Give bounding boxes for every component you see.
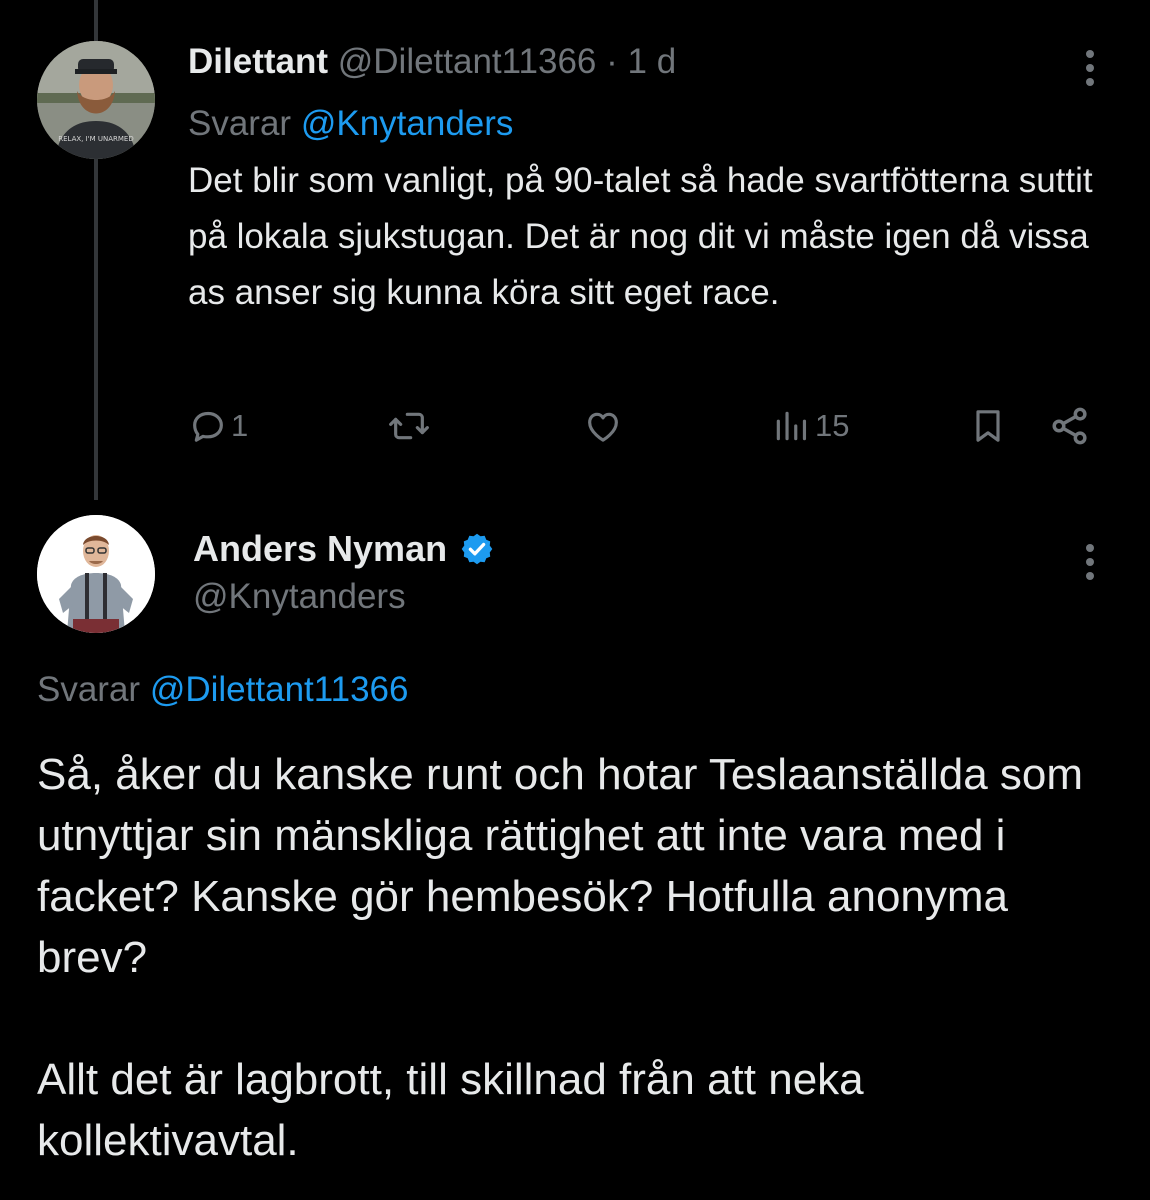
- reply-button[interactable]: 1: [188, 400, 248, 452]
- replying-to: Svarar @Dilettant11366: [37, 668, 408, 712]
- avatar-dilettant[interactable]: RELAX, I'M UNARMED: [37, 41, 155, 159]
- share-icon: [1052, 407, 1087, 445]
- separator-dot: ·: [606, 42, 618, 81]
- user-handle[interactable]: @Dilettant11366: [338, 42, 597, 81]
- views-icon: [776, 411, 807, 441]
- display-name[interactable]: Dilettant: [188, 42, 328, 81]
- user-handle[interactable]: @Knytanders: [193, 575, 495, 619]
- tweet-text: Så, åker du kanske runt och hotar Teslaa…: [37, 744, 1127, 1171]
- replying-to: Svarar @Knytanders: [188, 102, 1108, 146]
- avatar-anders-nyman[interactable]: [37, 515, 155, 633]
- tweet-text-paragraph: Allt det är lagbrott, till skillnad från…: [37, 1055, 864, 1165]
- replying-prefix: Svarar: [37, 670, 141, 709]
- retweet-button[interactable]: [386, 400, 432, 452]
- tweet-action-bar: 1 15: [188, 400, 1098, 452]
- timestamp[interactable]: 1 d: [628, 42, 677, 81]
- bookmark-icon: [976, 410, 1000, 442]
- replying-to-link[interactable]: @Dilettant11366: [150, 670, 409, 709]
- like-icon: [588, 412, 618, 442]
- tweet-header: Dilettant @Dilettant11366 · 1 d: [188, 40, 1108, 84]
- bookmark-button[interactable]: [968, 400, 1008, 452]
- more-icon[interactable]: [1084, 50, 1096, 90]
- avatar-dilettant-image: RELAX, I'M UNARMED: [37, 41, 155, 159]
- tweet-text: Det blir som vanligt, på 90-talet så had…: [188, 161, 1093, 312]
- verified-badge-icon[interactable]: [459, 531, 495, 567]
- avatar-anders-nyman-image: [37, 515, 155, 633]
- share-button[interactable]: [1048, 400, 1092, 452]
- avatar-shirt-text: RELAX, I'M UNARMED: [58, 135, 134, 143]
- views-count: 15: [815, 408, 850, 443]
- more-icon[interactable]: [1084, 544, 1096, 584]
- tweet-anders-header: Anders Nyman @Knytanders: [193, 527, 495, 619]
- like-button[interactable]: [582, 400, 624, 452]
- tweet-text-paragraph: Så, åker du kanske runt och hotar Teslaa…: [37, 750, 1084, 982]
- reply-icon: [193, 411, 223, 442]
- tweet-dilettant[interactable]: Dilettant @Dilettant11366 · 1 d Svarar @…: [188, 40, 1108, 321]
- display-name[interactable]: Anders Nyman: [193, 527, 447, 571]
- views-button[interactable]: 15: [772, 400, 849, 452]
- retweet-icon: [389, 412, 429, 440]
- reply-count: 1: [231, 408, 249, 443]
- replying-to-link[interactable]: @Knytanders: [301, 104, 514, 143]
- replying-prefix: Svarar: [188, 104, 292, 143]
